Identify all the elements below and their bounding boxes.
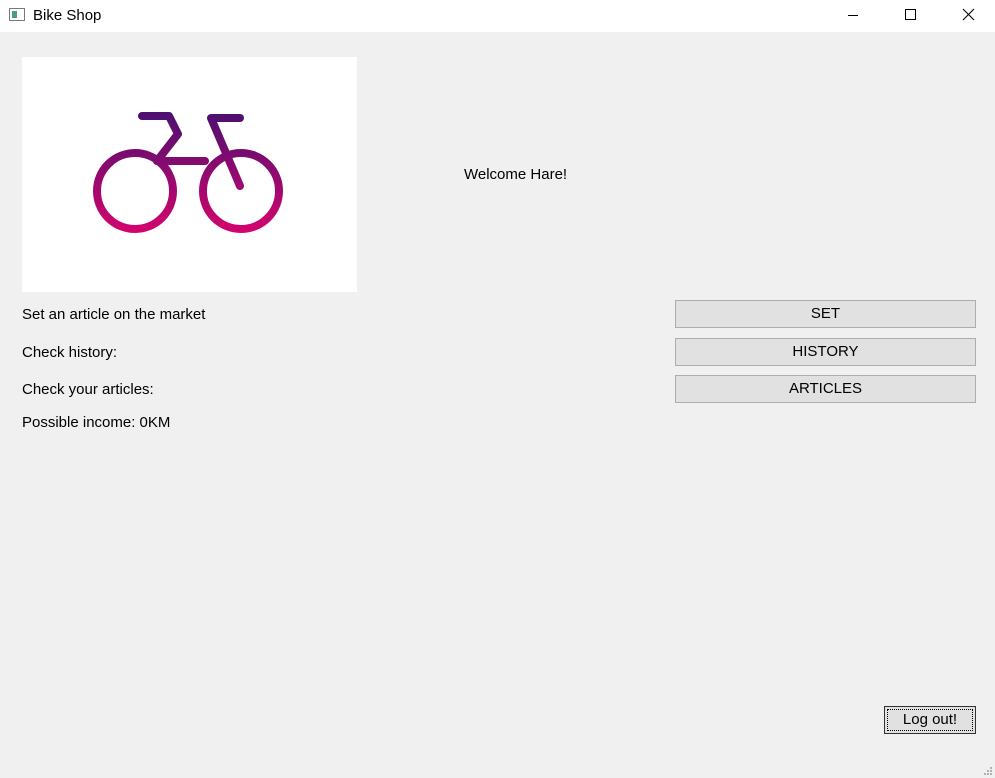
articles-button[interactable]: ARTICLES [675, 375, 976, 403]
set-article-label: Set an article on the market [22, 306, 206, 323]
resize-grip-icon[interactable] [983, 766, 993, 776]
close-icon [962, 8, 975, 21]
app-icon [9, 8, 25, 21]
main-window: Bike Shop Welcome Hare! Set an article o… [0, 0, 995, 778]
check-history-label: Check history: [22, 344, 118, 361]
check-articles-label: Check your articles: [22, 381, 154, 398]
minimize-button[interactable] [824, 0, 882, 32]
window-title: Bike Shop [33, 7, 102, 24]
maximize-button[interactable] [881, 0, 939, 32]
logout-button[interactable]: Log out! [884, 706, 976, 734]
close-button[interactable] [938, 0, 995, 32]
welcome-text: Welcome Hare! [464, 166, 568, 183]
set-button[interactable]: SET [675, 300, 976, 328]
shop-logo [22, 57, 357, 292]
possible-income-label: Possible income: 0KM [22, 414, 171, 431]
minimize-icon [848, 15, 858, 16]
title-bar[interactable]: Bike Shop [0, 0, 995, 32]
history-button[interactable]: HISTORY [675, 338, 976, 366]
focus-rect [887, 709, 973, 731]
bicycle-icon [93, 112, 283, 233]
maximize-icon [905, 9, 916, 20]
